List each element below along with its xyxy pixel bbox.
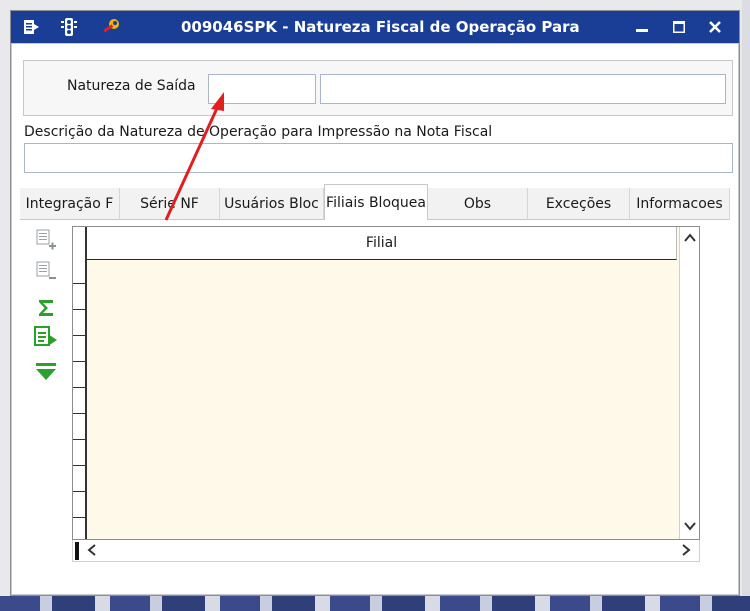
annotation-arrow [164, 92, 224, 221]
